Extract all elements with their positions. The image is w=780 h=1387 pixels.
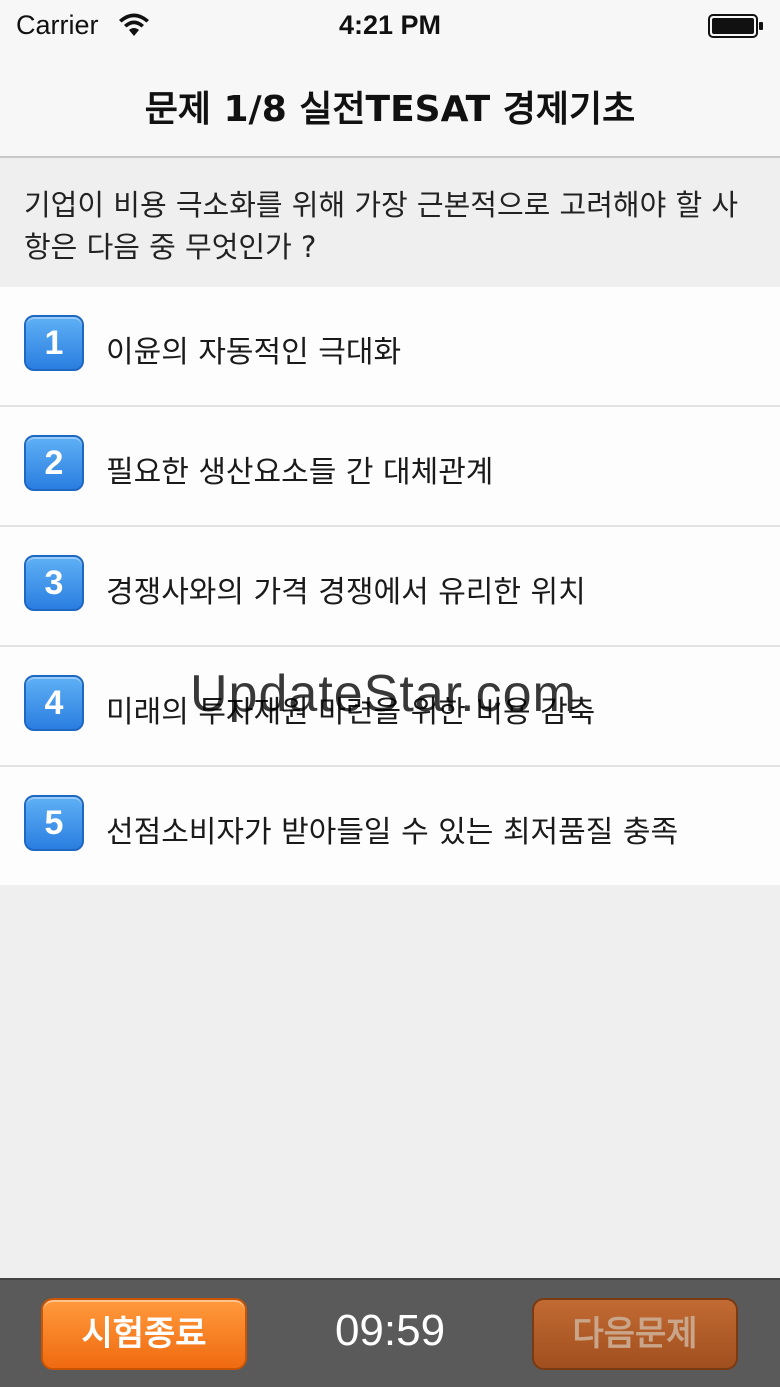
answer-option-3[interactable]: 3 경쟁사와의 가격 경쟁에서 유리한 위치 xyxy=(0,527,780,647)
question-panel: 기업이 비용 극소화를 위해 가장 근본적으로 고려해야 할 사항은 다음 중 … xyxy=(0,158,780,286)
end-exam-button[interactable]: 시험종료 xyxy=(41,1298,247,1370)
battery-icon xyxy=(708,14,763,38)
screen: Carrier 4:21 PM 문제 1/8 실전TESAT 경제기초 기업이 … xyxy=(0,0,780,1387)
page-title: 문제 1/8 실전TESAT 경제기초 xyxy=(144,89,636,130)
option-number-badge: 3 xyxy=(24,555,84,611)
answer-list: 1 이윤의 자동적인 극대화 2 필요한 생산요소들 간 대체관계 3 경쟁사와… xyxy=(0,287,780,885)
option-label: 선점소비자가 받아들일 수 있는 최저품질 충족 xyxy=(106,815,679,850)
answer-option-4[interactable]: 4 미래의 투자재원 마련을 위한 비용 감축 xyxy=(0,647,780,767)
question-text: 기업이 비용 극소화를 위해 가장 근본적으로 고려해야 할 사항은 다음 중 … xyxy=(24,188,739,264)
nav-bar: 문제 1/8 실전TESAT 경제기초 xyxy=(0,56,780,158)
bottom-toolbar: 시험종료 09:59 다음문제 xyxy=(0,1278,780,1387)
next-question-button[interactable]: 다음문제 xyxy=(532,1298,738,1370)
status-time: 4:21 PM xyxy=(338,10,442,40)
option-label: 이윤의 자동적인 극대화 xyxy=(106,335,402,370)
answer-option-1[interactable]: 1 이윤의 자동적인 극대화 xyxy=(0,287,780,407)
answer-option-2[interactable]: 2 필요한 생산요소들 간 대체관계 xyxy=(0,407,780,527)
option-number-badge: 1 xyxy=(24,315,84,371)
option-number-badge: 4 xyxy=(24,675,84,731)
status-bar: Carrier 4:21 PM xyxy=(0,0,780,56)
option-number-badge: 5 xyxy=(24,795,84,851)
option-label: 경쟁사와의 가격 경쟁에서 유리한 위치 xyxy=(106,575,586,610)
countdown-timer: 09:59 xyxy=(334,1306,446,1355)
option-number-badge: 2 xyxy=(24,435,84,491)
answer-option-5[interactable]: 5 선점소비자가 받아들일 수 있는 최저품질 충족 xyxy=(0,767,780,885)
option-label: 미래의 투자재원 마련을 위한 비용 감축 xyxy=(106,695,596,730)
option-label: 필요한 생산요소들 간 대체관계 xyxy=(106,455,494,490)
